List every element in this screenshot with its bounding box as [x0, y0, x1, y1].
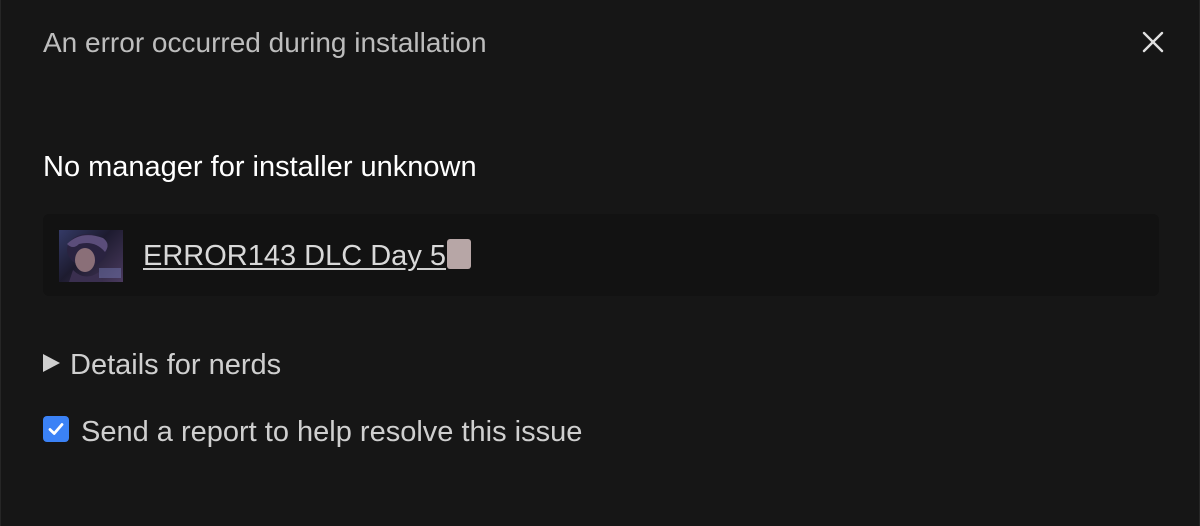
dialog-title: An error occurred during installation [43, 27, 487, 58]
game-cover-thumbnail [59, 230, 123, 282]
report-option[interactable]: Send a report to help resolve this issue [43, 412, 582, 452]
game-title-link[interactable]: ERROR143 DLC Day 5 [143, 236, 471, 276]
checkmark-icon [48, 423, 64, 435]
details-label: Details for nerds [70, 349, 282, 381]
game-title-text: ERROR143 DLC Day 5 [143, 240, 446, 272]
close-icon [1142, 31, 1164, 53]
report-checkbox[interactable] [43, 416, 69, 442]
close-button[interactable] [1131, 20, 1175, 64]
report-label: Send a report to help resolve this issue [81, 416, 583, 448]
unknown-glyph [447, 239, 471, 269]
triangle-right-icon [43, 354, 60, 372]
details-toggle[interactable]: Details for nerds [43, 345, 281, 385]
error-dialog: An error occurred during installation No… [0, 0, 1200, 526]
game-row[interactable]: ERROR143 DLC Day 5 [43, 214, 1159, 296]
error-message: No manager for installer unknown [43, 151, 477, 183]
